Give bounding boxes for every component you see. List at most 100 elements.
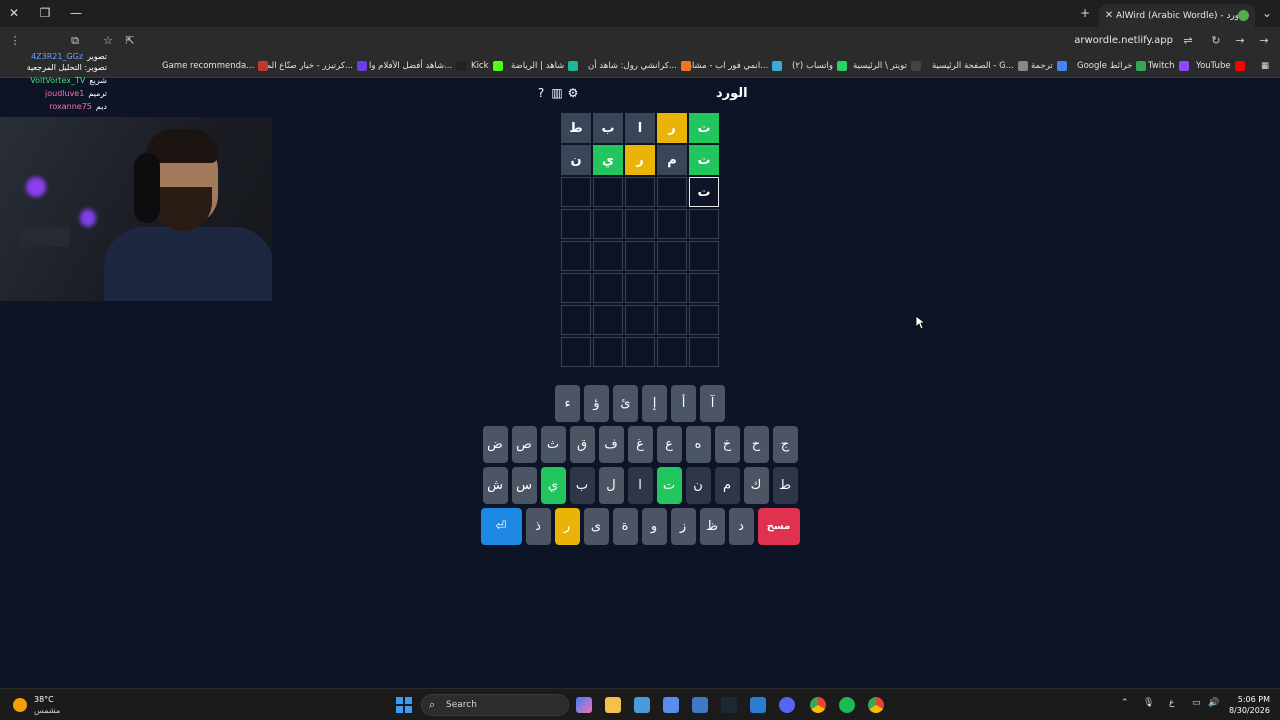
key[interactable]: ك xyxy=(743,467,769,504)
bookmark-favicon-icon xyxy=(1056,61,1067,71)
volume-icon[interactable]: 🔊 xyxy=(1208,698,1219,708)
key[interactable]: ف xyxy=(598,426,624,463)
key[interactable]: ه xyxy=(685,426,711,463)
key[interactable]: ء xyxy=(555,385,580,422)
restore-window-icon[interactable]: ❐ xyxy=(35,4,55,22)
copilot-icon[interactable] xyxy=(576,697,592,713)
key[interactable]: ذ xyxy=(525,508,551,545)
back-icon[interactable]: → xyxy=(1256,33,1272,49)
close-window-icon[interactable]: ✕ xyxy=(4,4,24,22)
photos-icon[interactable] xyxy=(634,697,650,713)
help-icon[interactable]: ? xyxy=(534,86,548,100)
key[interactable]: خ xyxy=(714,426,740,463)
key[interactable]: غ xyxy=(627,426,653,463)
bookmark-item[interactable]: Twitch xyxy=(1148,61,1189,71)
key[interactable]: ع xyxy=(656,426,682,463)
enter-key[interactable]: ⏎ xyxy=(480,508,522,545)
key[interactable]: ل xyxy=(598,467,624,504)
key[interactable]: ق xyxy=(569,426,595,463)
windows-start-icon[interactable] xyxy=(396,697,412,713)
all-bookmarks-icon[interactable]: ▦ xyxy=(1261,61,1269,71)
key[interactable]: د xyxy=(728,508,754,545)
bookmark-item[interactable]: شاهد أفضل الأفلام وا... xyxy=(369,61,467,71)
key[interactable]: ج xyxy=(772,426,798,463)
tray-chevron-icon[interactable]: ⌃ xyxy=(1121,698,1129,708)
tab-list-chevron-icon[interactable]: ⌄ xyxy=(1257,4,1277,22)
key[interactable]: و xyxy=(641,508,667,545)
bookmark-item[interactable]: انمي فور اب - مشاهد... xyxy=(683,61,783,71)
delete-key[interactable]: مسح xyxy=(757,508,800,545)
bookmark-item[interactable]: شاهد | الرياضة xyxy=(511,61,579,71)
extensions-icon[interactable]: ⧉ xyxy=(67,33,83,49)
bookmark-item[interactable]: ترجمة xyxy=(1031,61,1067,71)
forward-icon[interactable]: → xyxy=(1232,33,1248,49)
chat-message: 4Z3R21_GGz تصوير xyxy=(31,52,107,61)
store-icon[interactable] xyxy=(663,697,679,713)
key[interactable]: ز xyxy=(670,508,696,545)
key[interactable]: ئ xyxy=(613,385,638,422)
key[interactable]: أ xyxy=(671,385,696,422)
microphone-icon[interactable]: 🎙 xyxy=(1143,698,1154,708)
steam-icon[interactable] xyxy=(721,697,737,713)
close-tab-icon[interactable]: ✕ xyxy=(1102,10,1116,21)
bookmark-item[interactable]: (٢) واتساب xyxy=(792,61,847,71)
bookmark-item[interactable]: Google خرائط xyxy=(1077,61,1147,71)
bookmark-star-icon[interactable]: ☆ xyxy=(100,33,116,49)
stats-icon[interactable]: ▥ xyxy=(550,86,564,100)
bookmark-item[interactable]: الصفحة الرئيسية - G... xyxy=(932,61,1028,71)
tab-arwordle[interactable]: ✕ AlWird (Arabic Wordle) - الورد xyxy=(1099,4,1255,27)
key[interactable]: م xyxy=(714,467,740,504)
new-tab-icon[interactable]: + xyxy=(1075,4,1095,22)
key[interactable]: ض xyxy=(482,426,508,463)
key[interactable]: ح xyxy=(743,426,769,463)
bookmark-item[interactable]: تويتر \ الرئيسية xyxy=(853,61,921,71)
menu-icon[interactable]: ⋮ xyxy=(7,33,23,49)
spotify-icon[interactable] xyxy=(839,697,855,713)
key[interactable]: س xyxy=(511,467,537,504)
key[interactable]: ص xyxy=(511,426,537,463)
key[interactable]: ي xyxy=(540,467,566,504)
system-clock[interactable]: 5:06 PM 8/30/2026 xyxy=(1229,694,1270,716)
bookmark-item[interactable]: YouTube xyxy=(1196,61,1245,71)
key[interactable]: ى xyxy=(583,508,609,545)
key[interactable]: ر xyxy=(554,508,580,545)
key[interactable]: ة xyxy=(612,508,638,545)
key[interactable]: ظ xyxy=(699,508,725,545)
reload-icon[interactable]: ↻ xyxy=(1208,33,1224,49)
key[interactable]: ت xyxy=(656,467,682,504)
windows-taskbar: 38°C مشمس ⌕ Search ⌃ 🎙 ع ▭ 🔊 5:06 PM 8/3… xyxy=(0,688,1280,720)
grid-tile xyxy=(561,209,591,239)
minimize-window-icon[interactable]: — xyxy=(66,4,86,22)
network-icon[interactable]: ▭ xyxy=(1192,698,1201,708)
grid-tile xyxy=(657,209,687,239)
chrome-icon[interactable] xyxy=(810,697,826,713)
bookmark-item[interactable]: كرتيزر - خيار صنّاع الم... xyxy=(266,61,368,71)
bookmark-label: شاهد | الرياضة xyxy=(511,61,565,71)
bookmark-item[interactable]: كرانشي رول: شاهد أن... xyxy=(588,61,691,71)
input-language[interactable]: ع xyxy=(1169,698,1174,708)
key[interactable]: ط xyxy=(772,467,798,504)
url-field[interactable]: arwordle.netlify.app xyxy=(1074,35,1173,46)
bookmark-item[interactable]: Kick xyxy=(471,61,503,71)
discord-icon[interactable] xyxy=(779,697,795,713)
key[interactable]: آ xyxy=(700,385,725,422)
key[interactable]: ب xyxy=(569,467,595,504)
share-icon[interactable]: ⇱ xyxy=(122,33,138,49)
taskbar-search[interactable]: ⌕ Search xyxy=(421,694,569,716)
file-explorer-icon[interactable] xyxy=(605,697,621,713)
key[interactable]: ث xyxy=(540,426,566,463)
snipping-tool-icon[interactable] xyxy=(692,697,708,713)
chat-text: تصوير xyxy=(87,52,107,61)
site-settings-icon[interactable]: ⇌ xyxy=(1180,33,1196,49)
chrome-alt-icon[interactable] xyxy=(868,697,884,713)
key[interactable]: ش xyxy=(482,467,508,504)
key[interactable]: ن xyxy=(685,467,711,504)
settings-gear-icon[interactable]: ⚙ xyxy=(566,86,580,100)
key[interactable]: ا xyxy=(627,467,653,504)
grid-tile xyxy=(593,241,623,271)
key[interactable]: ؤ xyxy=(584,385,609,422)
grid-tile xyxy=(625,305,655,335)
mail-icon[interactable] xyxy=(750,697,766,713)
key[interactable]: إ xyxy=(642,385,667,422)
bookmark-item[interactable]: Game recommenda... xyxy=(162,61,269,71)
